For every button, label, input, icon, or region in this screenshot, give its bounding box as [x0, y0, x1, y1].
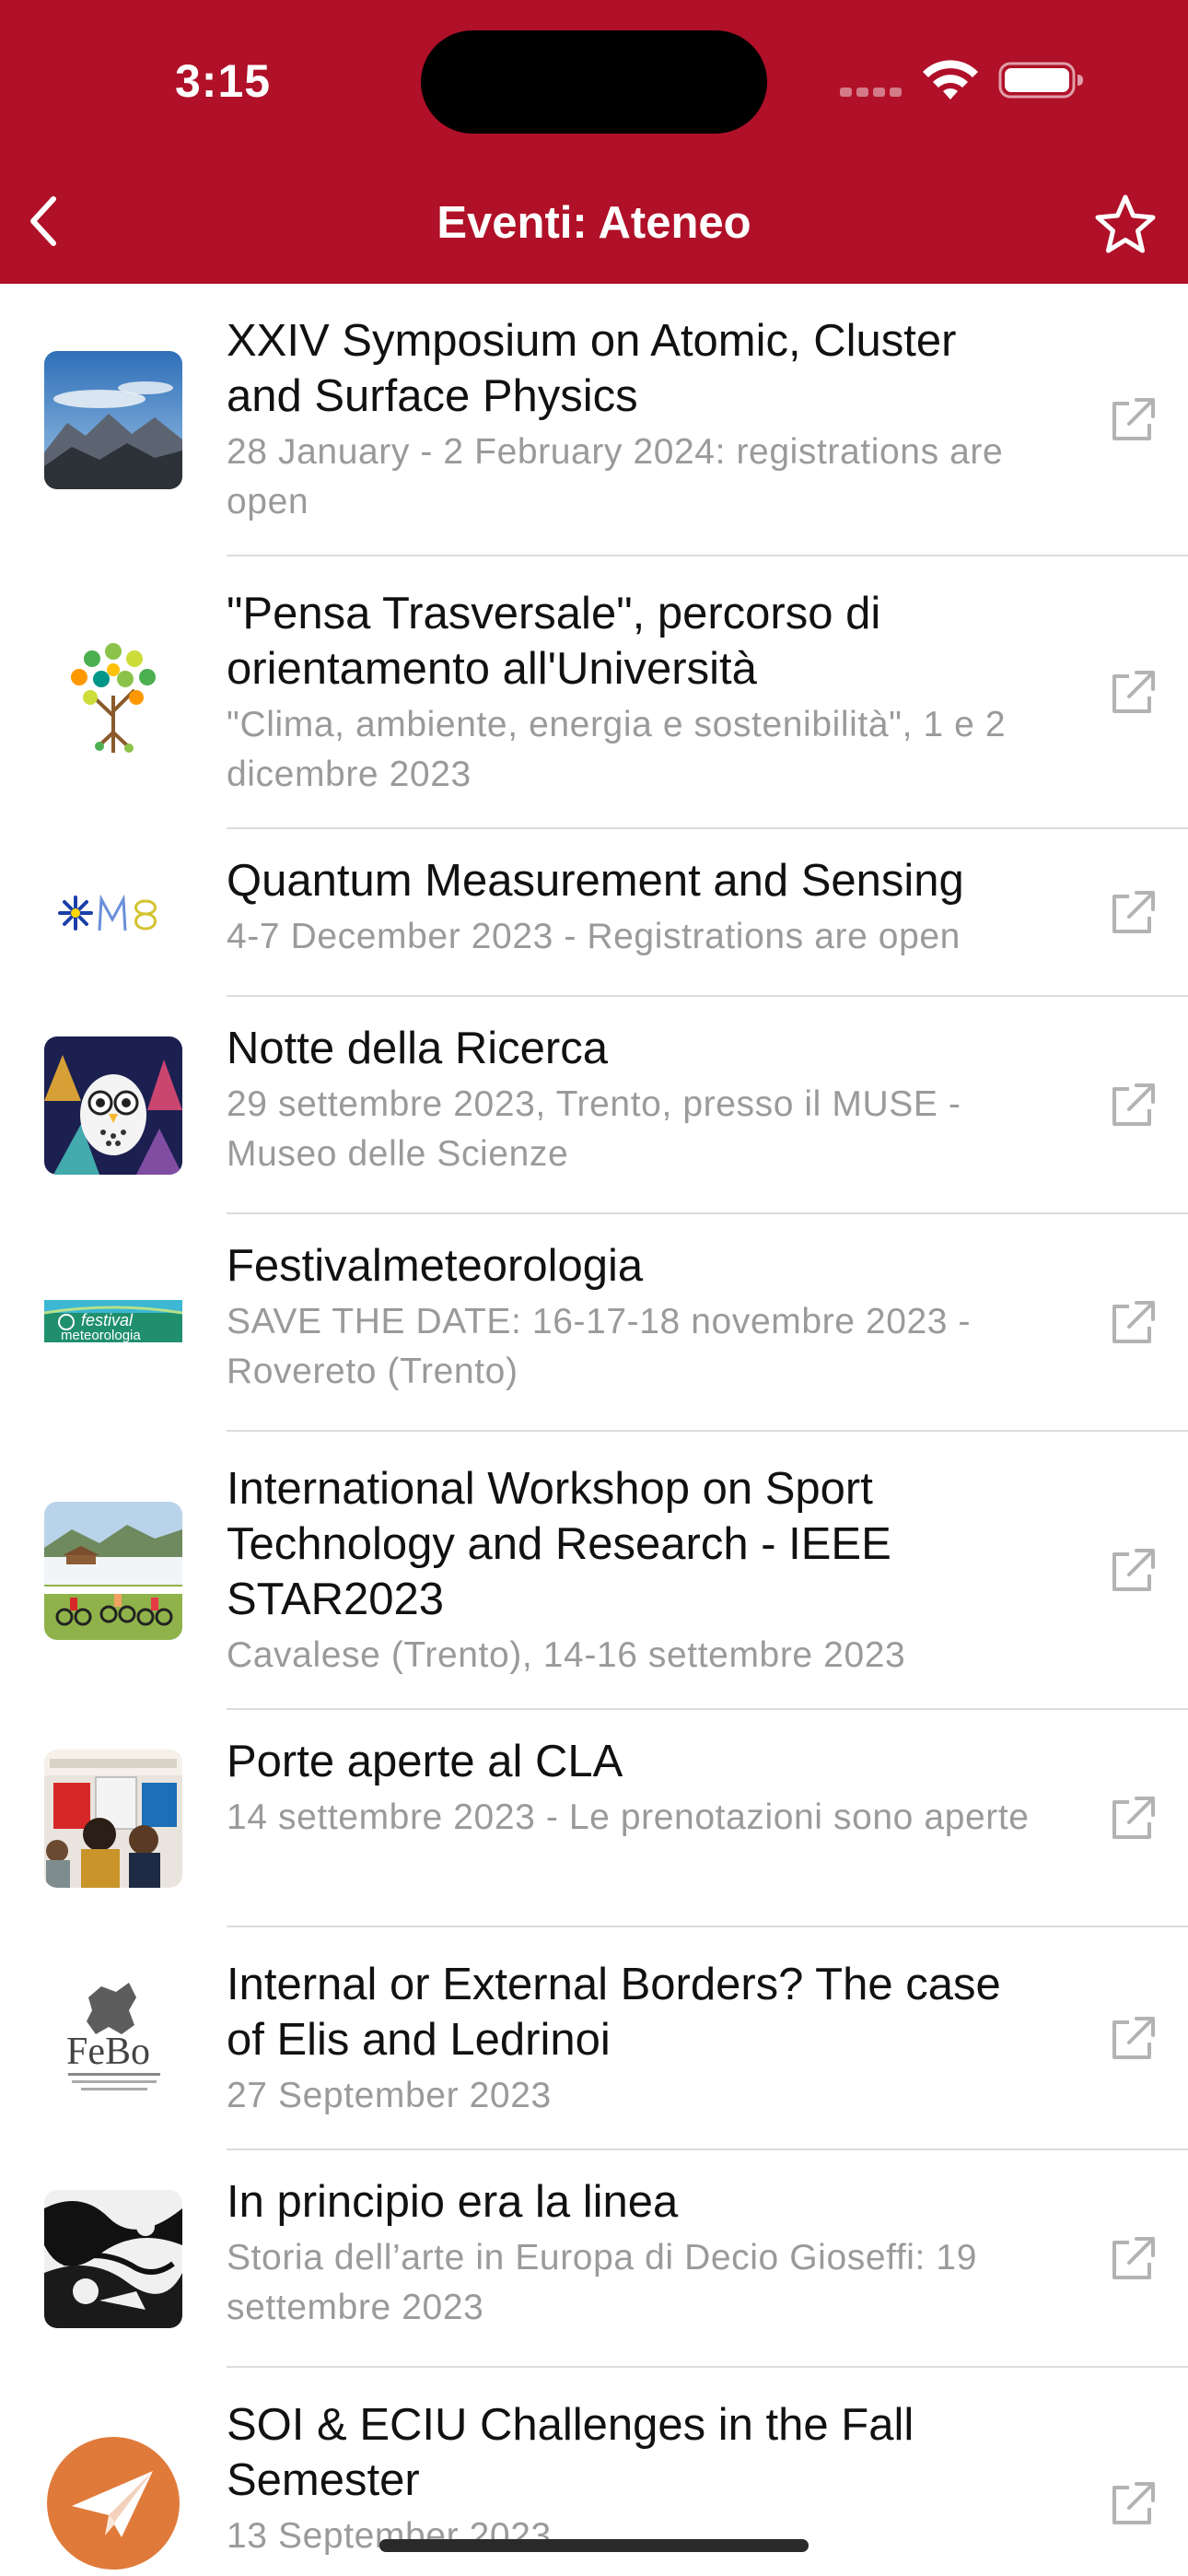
list-item[interactable]: festival meteorologia Festivalmeteorolog…	[0, 1214, 1188, 1432]
back-button[interactable]	[15, 184, 70, 258]
external-link-icon[interactable]	[1109, 1299, 1157, 1347]
page-title: Eventi: Ateneo	[437, 198, 751, 248]
navigation-header: 3:15 Eventi: Ateneo	[0, 0, 1188, 284]
event-title: Porte aperte al CLA	[227, 1737, 623, 1786]
event-subtitle: 28 January - 2 February 2024: registrati…	[227, 432, 1004, 521]
list-item[interactable]: Notte della Ricerca 29 settembre 2023, T…	[0, 997, 1188, 1214]
event-subtitle: 14 settembre 2023 - Le prenotazioni sono…	[227, 1797, 1030, 1837]
home-indicator[interactable]	[379, 2539, 809, 2552]
external-link-icon[interactable]	[1109, 2015, 1157, 2063]
list-item[interactable]: International Workshop on Sport Technolo…	[0, 1432, 1188, 1710]
favorite-button[interactable]	[1087, 188, 1164, 262]
event-thumbnail-paper-plane	[44, 2434, 182, 2572]
event-title: In principio era la linea	[227, 2177, 679, 2227]
event-thumbnail-tree-logo	[44, 624, 182, 762]
event-thumbnail-cyclists	[44, 1502, 182, 1640]
event-title: Quantum Measurement and Sensing	[227, 856, 964, 906]
list-item[interactable]: XXIV Symposium on Atomic, Cluster and Su…	[0, 284, 1188, 556]
cellular-signal-icon	[840, 85, 906, 101]
star-icon	[1095, 194, 1156, 253]
event-thumbnail-mountains	[44, 351, 182, 489]
event-subtitle: SAVE THE DATE: 16-17-18 novembre 2023 - …	[227, 1302, 972, 1391]
event-title: Internal or External Borders? The case o…	[227, 1960, 1001, 2065]
chevron-left-icon	[30, 196, 56, 246]
external-link-icon[interactable]	[1109, 889, 1157, 937]
dynamic-island	[421, 30, 767, 134]
febo-logo-text: FeBo	[66, 2031, 150, 2073]
event-thumbnail-qms-logo	[44, 844, 182, 982]
event-subtitle: 13 September 2023	[227, 2516, 552, 2556]
battery-icon	[998, 62, 1083, 99]
external-link-icon[interactable]	[1109, 1795, 1157, 1843]
event-thumbnail-febo-logo: FeBo	[44, 1970, 182, 2108]
external-link-icon[interactable]	[1109, 669, 1157, 717]
list-item[interactable]: FeBo Internal or External Borders? The c…	[0, 1927, 1188, 2150]
event-title: Festivalmeteorologia	[227, 1241, 644, 1291]
event-subtitle: 4-7 December 2023 - Registrations are op…	[227, 917, 961, 956]
event-thumbnail-festival-logo: festival meteorologia	[44, 1254, 182, 1392]
event-subtitle: Cavalese (Trento), 14-16 settembre 2023	[227, 1635, 906, 1675]
event-title: Notte della Ricerca	[227, 1024, 608, 1073]
event-subtitle: 27 September 2023	[227, 2076, 552, 2115]
event-title: XXIV Symposium on Atomic, Cluster and Su…	[227, 316, 957, 421]
festival-logo-text: meteorologia	[61, 1328, 141, 1343]
external-link-icon[interactable]	[1109, 2235, 1157, 2283]
external-link-icon[interactable]	[1109, 396, 1157, 444]
event-thumbnail-owl	[44, 1036, 182, 1175]
external-link-icon[interactable]	[1109, 1082, 1157, 1130]
event-title: International Workshop on Sport Technolo…	[227, 1464, 891, 1624]
event-subtitle: Storia dell’arte in Europa di Decio Gios…	[227, 2238, 978, 2327]
event-thumbnail-ink-drawing	[44, 2190, 182, 2328]
status-time: 3:15	[175, 55, 272, 107]
event-subtitle: "Clima, ambiente, energia e sostenibilit…	[227, 705, 1007, 794]
list-item[interactable]: Quantum Measurement and Sensing 4-7 Dece…	[0, 829, 1188, 997]
festival-logo-text: festival	[81, 1311, 134, 1329]
external-link-icon[interactable]	[1109, 2480, 1157, 2528]
list-item[interactable]: Porte aperte al CLA 14 settembre 2023 - …	[0, 1710, 1188, 1927]
list-item[interactable]: In principio era la linea Storia dell’ar…	[0, 2150, 1188, 2368]
wifi-icon	[923, 60, 978, 100]
list-item[interactable]: "Pensa Trasversale", percorso di orienta…	[0, 556, 1188, 829]
event-thumbnail-students	[44, 1750, 182, 1888]
event-subtitle: 29 settembre 2023, Trento, presso il MUS…	[227, 1084, 961, 1174]
external-link-icon[interactable]	[1109, 1547, 1157, 1595]
event-title: "Pensa Trasversale", percorso di orienta…	[227, 589, 881, 694]
event-title: SOI & ECIU Challenges in the Fall Semest…	[227, 2400, 914, 2505]
